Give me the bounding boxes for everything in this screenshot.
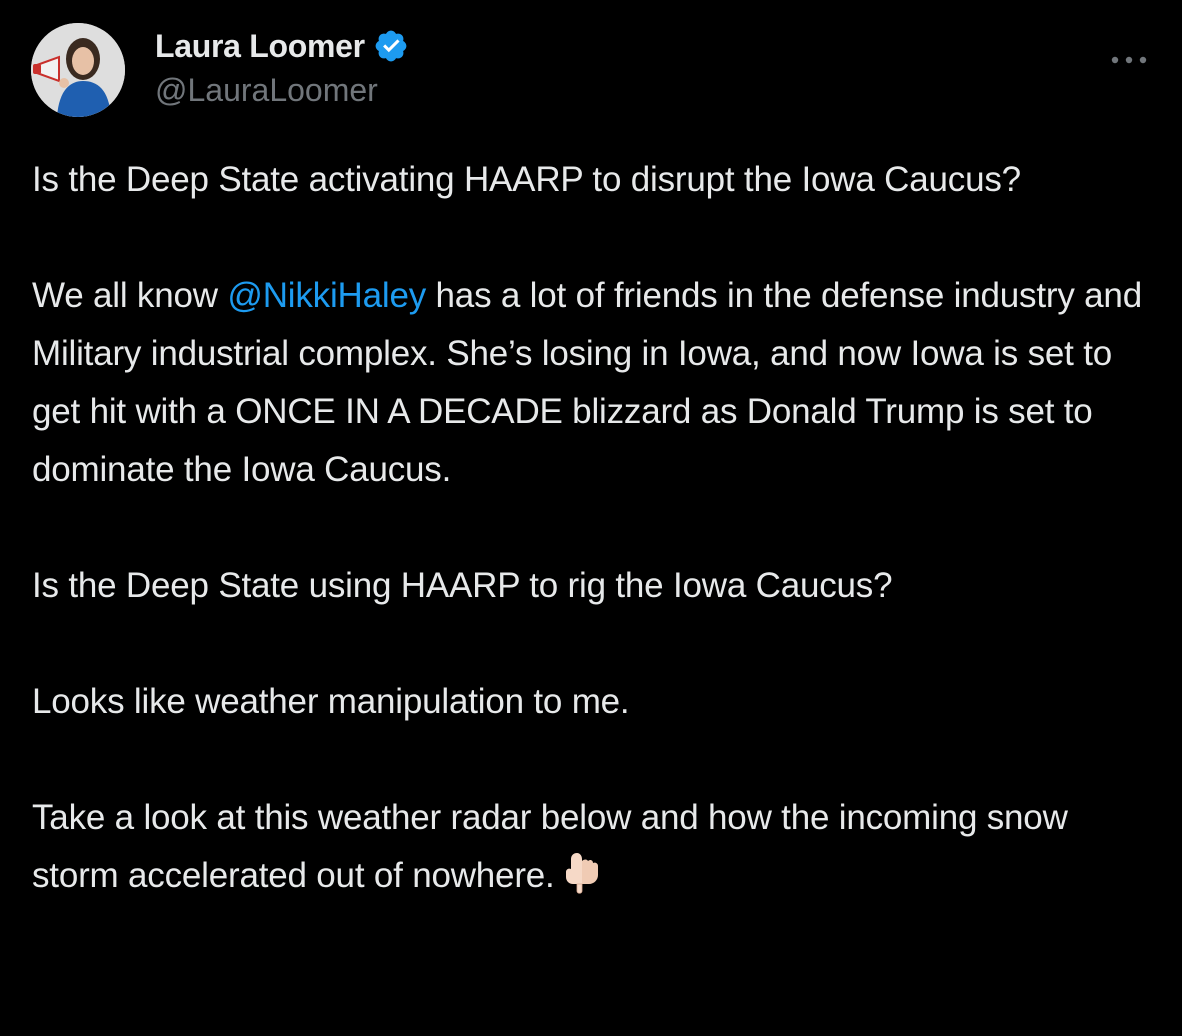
- paragraph-5-text: Take a look at this weather radar below …: [32, 798, 1068, 895]
- paragraph-1: Is the Deep State activating HAARP to di…: [32, 160, 1021, 199]
- author-block: Laura Loomer @LauraLoomer: [155, 24, 409, 109]
- tweet: Laura Loomer @LauraLoomer Is the Deep St…: [0, 0, 1182, 1036]
- backhand-index-pointing-down-icon: [563, 851, 601, 895]
- verified-badge-icon: [373, 28, 409, 64]
- paragraph-2-start: We all know: [32, 276, 228, 315]
- tweet-text: Is the Deep State activating HAARP to di…: [32, 151, 1162, 905]
- more-options-icon[interactable]: [1108, 48, 1150, 72]
- paragraph-3: Is the Deep State using HAARP to rig the…: [32, 566, 893, 605]
- paragraph-5: Take a look at this weather radar below …: [32, 789, 1162, 905]
- paragraph-2: We all know @NikkiHaley has a lot of fri…: [32, 267, 1162, 499]
- avatar[interactable]: [31, 23, 125, 117]
- profile-photo-avatar: [31, 23, 125, 117]
- mention-link[interactable]: @NikkiHaley: [227, 276, 426, 315]
- display-name[interactable]: Laura Loomer: [155, 28, 365, 65]
- name-row: Laura Loomer: [155, 24, 409, 68]
- handle[interactable]: @LauraLoomer: [155, 72, 409, 109]
- paragraph-4: Looks like weather manipulation to me.: [32, 682, 630, 721]
